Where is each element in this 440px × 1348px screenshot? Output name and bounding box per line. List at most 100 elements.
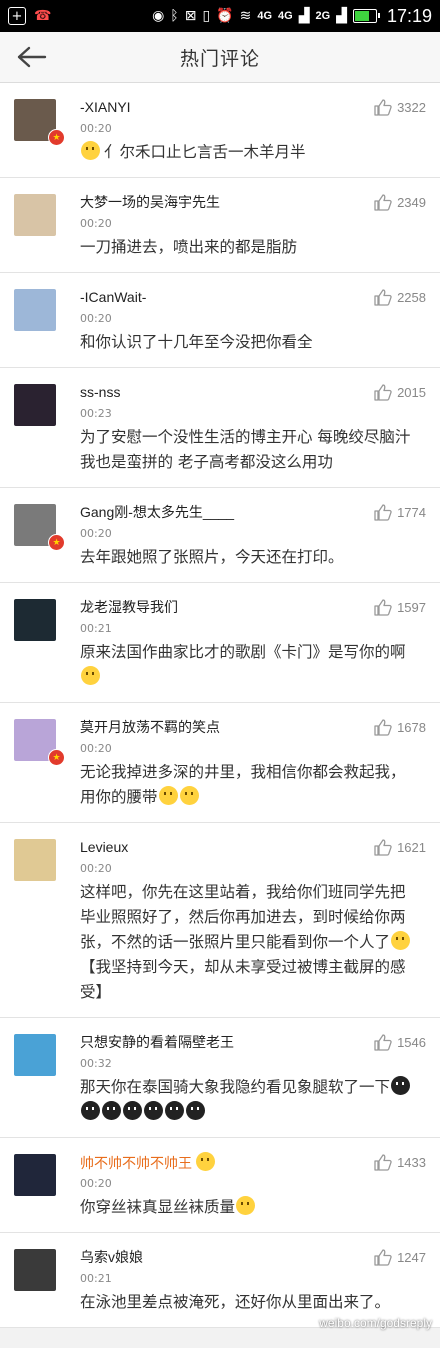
like-button[interactable]: 3322 [374,99,426,116]
comment-text: 在泳池里差点被淹死，还好你从里面出来了。 [80,1290,426,1315]
comment-time: 00:20 [80,122,112,135]
username-text: 乌索v娘娘 [80,1249,143,1265]
avatar[interactable] [14,1034,56,1076]
like-button[interactable]: 2258 [374,289,426,306]
like-button[interactable]: 1247 [374,1249,426,1266]
crying-emoji-icon [186,1101,205,1120]
comment-body: 无论我掉进多深的井里，我相信你都会救起我，用你的腰带 [80,763,406,806]
comment-body: 为了安慰一个没性生活的博主开心 每晚绞尽脑汁 我也是蛮拼的 老子高考都没这么用功 [80,428,411,471]
crying-emoji-icon [144,1101,163,1120]
back-arrow-icon [17,46,47,68]
username-text: 龙老湿教导我们 [80,599,178,615]
verified-badge-icon: ★ [48,749,65,766]
add-notification-icon: + [8,7,26,25]
username-text: Gang刚-想太多先生____ [80,504,235,520]
comment-item[interactable]: -ICanWait- 00:20 和你认识了十几年至今没把你看全 2258 [0,273,440,368]
comment-text: 那天你在泰国骑大象我隐约看见象腿软了一下 [80,1075,426,1125]
thumbs-up-icon [374,289,392,306]
thumbs-up-icon [374,384,392,401]
like-count: 2015 [397,385,426,400]
comment-item[interactable]: 乌索v娘娘 00:21 在泳池里差点被淹死，还好你从里面出来了。 1247 [0,1233,440,1328]
thumbs-up-icon [374,1034,392,1051]
like-button[interactable]: 1774 [374,504,426,521]
comment-text: 你穿丝袜真显丝袜质量 [80,1195,426,1220]
like-button[interactable]: 1678 [374,719,426,736]
comment-item[interactable]: ★ -XIANYI 00:20 亻尔禾口止匕言舌一木羊月半 3322 [0,83,440,178]
comment-time: 00:23 [80,407,112,420]
signal-icon: ▟ [298,8,310,24]
comment-item[interactable]: 只想安静的看着隔壁老王 00:32 那天你在泰国骑大象我隐约看见象腿软了一下 1546 [0,1018,440,1138]
like-count: 1247 [397,1250,426,1265]
avatar[interactable] [14,839,56,881]
avatar[interactable] [14,384,56,426]
like-button[interactable]: 2349 [374,194,426,211]
comment-item[interactable]: 帅不帅不帅不帅王 00:20 你穿丝袜真显丝袜质量 1433 [0,1138,440,1233]
like-count: 1433 [397,1155,426,1170]
username-text: -XIANYI [80,99,131,115]
top-app-bar: 热门评论 [0,32,440,83]
avatar[interactable] [14,1154,56,1196]
comment-item[interactable]: 龙老湿教导我们 00:21 原来法国作曲家比才的歌剧《卡门》是写你的啊 1597 [0,583,440,703]
comment-item[interactable]: ★ 莫开月放荡不羁的笑点 00:20 无论我掉进多深的井里，我相信你都会救起我，用你的… [0,703,440,823]
comment-item[interactable]: ss-nss 00:23 为了安慰一个没性生活的博主开心 每晚绞尽脑汁 我也是蛮拼的… [0,368,440,488]
thumbs-up-icon [374,1249,392,1266]
comment-body: 一刀捅进去，喷出来的都是脂肪 [80,238,298,256]
avatar[interactable] [14,1249,56,1291]
like-button[interactable]: 1621 [374,839,426,856]
missed-call-icon: ☎ [34,8,52,24]
like-count: 1774 [397,505,426,520]
like-button[interactable]: 1597 [374,599,426,616]
comment-text: 无论我掉进多深的井里，我相信你都会救起我，用你的腰带 [80,760,426,810]
username-text: Levieux [80,839,129,855]
avatar[interactable] [14,599,56,641]
clock: 17:19 [386,5,432,26]
thumbs-up-icon [374,599,392,616]
comment-list: ★ -XIANYI 00:20 亻尔禾口止匕言舌一木羊月半 3322 大梦一场的吴海宇先生… [0,83,440,1328]
eye-icon: ◉ [152,8,165,24]
like-button[interactable]: 2015 [374,384,426,401]
avatar[interactable] [14,289,56,331]
comment-text: 去年跟她照了张照片，今天还在打印。 [80,545,426,570]
crying-emoji-icon [102,1101,121,1120]
verified-badge-icon: ★ [48,534,65,551]
like-count: 1621 [397,840,426,855]
back-button[interactable] [14,42,50,72]
thumbs-up-icon [374,504,392,521]
like-count: 1597 [397,600,426,615]
signal-icon-2: ▟ [336,8,347,24]
avatar[interactable] [14,194,56,236]
crying-emoji-icon [123,1101,142,1120]
emoji-icon [196,1152,215,1171]
username-text: 大梦一场的吴海宇先生 [80,194,220,210]
like-count: 3322 [397,100,426,115]
comment-item[interactable]: Levieux 00:20 这样吧，你先在这里站着，我给你们班同学先把毕业照照好了，… [0,823,440,1018]
like-button[interactable]: 1433 [374,1154,426,1171]
network-type-3: 2G [315,10,331,22]
bluetooth-icon: ᛒ [170,8,179,24]
thumbs-up-icon [374,99,392,116]
comment-item[interactable]: ★ Gang刚-想太多先生____ 00:20 去年跟她照了张照片，今天还在打印。 17… [0,488,440,583]
emoji-icon [158,786,178,805]
like-count: 2258 [397,290,426,305]
like-count: 1546 [397,1035,426,1050]
emoji-icon [179,786,199,805]
emoji-icon [81,666,100,685]
comment-body: 那天你在泰国骑大象我隐约看见象腿软了一下 [80,1078,391,1096]
like-button[interactable]: 1546 [374,1034,426,1051]
thumbs-up-icon [374,194,392,211]
watermark: weibo.com/godsreply [319,1316,432,1330]
thumbs-up-icon [374,1154,392,1171]
comment-body: 在泳池里差点被淹死，还好你从里面出来了。 [80,1293,391,1311]
network-type-2: 4G [278,10,293,22]
comment-time: 00:20 [80,217,112,230]
comment-body: 去年跟她照了张照片，今天还在打印。 [80,548,344,566]
comment-time: 00:20 [80,312,112,325]
comment-item[interactable]: 大梦一场的吴海宇先生 00:20 一刀捅进去，喷出来的都是脂肪 2349 [0,178,440,273]
like-count: 1678 [397,720,426,735]
page-title: 热门评论 [179,47,260,70]
comment-time: 00:20 [80,1177,112,1190]
status-bar: + ☎ ◉ ᛒ ⊠ ▯ ⏰ ≋ 4G 4G ▟ 2G ▟ 17:19 [0,0,440,32]
thumbs-up-icon [374,719,392,736]
username-text: 帅不帅不帅不帅王 [80,1155,192,1171]
comment-time: 00:21 [80,622,112,635]
